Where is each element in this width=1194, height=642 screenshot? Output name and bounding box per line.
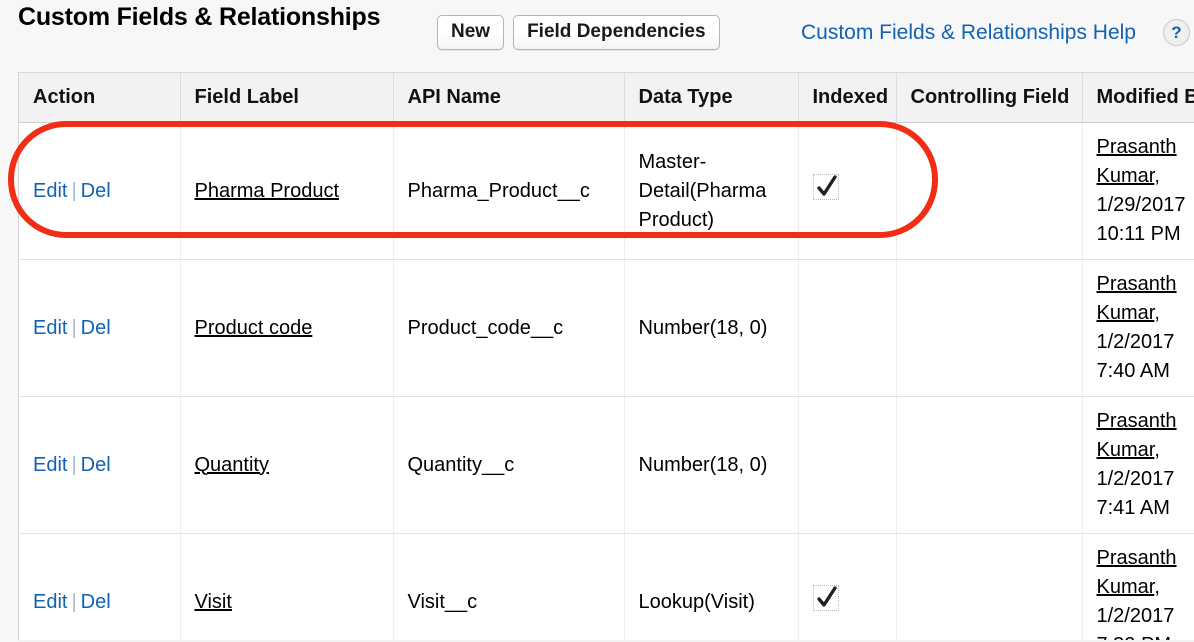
- column-header-api-name[interactable]: API Name: [393, 73, 624, 123]
- table-row: Edit|Del Pharma Product Pharma_Product__c M…: [19, 123, 1194, 260]
- table-row: Edit|Del Quantity Quantity__c Number(18, 0)…: [19, 397, 1194, 534]
- field-label-link[interactable]: Pharma Product: [195, 180, 340, 202]
- cell-modified-by: Prasanth Kumar, 1/29/2017 10:11 PM: [1082, 123, 1194, 260]
- action-separator: |: [67, 591, 80, 613]
- del-link[interactable]: Del: [81, 454, 111, 476]
- custom-fields-table: Action Field Label API Name Data Type In…: [19, 72, 1194, 642]
- cell-indexed: [798, 123, 896, 260]
- cell-modified-by: Prasanth Kumar, 1/2/2017 7:41 AM: [1082, 397, 1194, 534]
- new-button[interactable]: New: [437, 15, 504, 50]
- cell-indexed: [798, 534, 896, 642]
- modified-time: 7:41 AM: [1097, 497, 1170, 519]
- modified-by-suffix: ,: [1154, 439, 1160, 461]
- indexed-checkmark-icon: [813, 585, 839, 611]
- api-name-text: Visit__c: [408, 591, 478, 613]
- table-row: Edit|Del Product code Product_code__c Numbe…: [19, 260, 1194, 397]
- modified-by-user-link[interactable]: Prasanth Kumar: [1097, 410, 1177, 461]
- field-label-link[interactable]: Product code: [195, 317, 313, 339]
- column-header-data-type[interactable]: Data Type: [624, 73, 798, 123]
- edit-link[interactable]: Edit: [33, 454, 67, 476]
- cell-data-type: Lookup(Visit): [624, 534, 798, 642]
- cell-controlling-field: [896, 123, 1082, 260]
- cell-field-label: Visit: [180, 534, 393, 642]
- modified-time: 10:11 PM: [1097, 223, 1181, 245]
- cell-indexed: [798, 260, 896, 397]
- api-name-text: Quantity__c: [408, 454, 515, 476]
- field-dependencies-button[interactable]: Field Dependencies: [513, 15, 719, 50]
- cell-action: Edit|Del: [19, 534, 180, 642]
- modified-date: 1/2/2017: [1097, 331, 1175, 353]
- action-separator: |: [67, 454, 80, 476]
- edit-link[interactable]: Edit: [33, 591, 67, 613]
- column-header-controlling-field[interactable]: Controlling Field: [896, 73, 1082, 123]
- cell-field-label: Pharma Product: [180, 123, 393, 260]
- modified-date: 1/2/2017: [1097, 605, 1175, 627]
- column-header-indexed[interactable]: Indexed: [798, 73, 896, 123]
- cell-data-type: Number(18, 0): [624, 397, 798, 534]
- cell-api-name: Quantity__c: [393, 397, 624, 534]
- cell-action: Edit|Del: [19, 123, 180, 260]
- edit-link[interactable]: Edit: [33, 180, 67, 202]
- page-title: Custom Fields & Relationships: [18, 2, 418, 32]
- cell-api-name: Product_code__c: [393, 260, 624, 397]
- modified-date: 1/29/2017: [1097, 194, 1186, 216]
- column-header-action[interactable]: Action: [19, 73, 180, 123]
- modified-time: 7:40 AM: [1097, 360, 1170, 382]
- cell-field-label: Product code: [180, 260, 393, 397]
- section-header: Custom Fields & Relationships New Field …: [0, 0, 1194, 72]
- page-root: Custom Fields & Relationships New Field …: [0, 0, 1194, 642]
- modified-by-user-link[interactable]: Prasanth Kumar: [1097, 547, 1177, 598]
- modified-by-suffix: ,: [1154, 576, 1160, 598]
- cell-controlling-field: [896, 397, 1082, 534]
- cell-action: Edit|Del: [19, 397, 180, 534]
- api-name-text: Pharma_Product__c: [408, 180, 590, 202]
- cell-modified-by: Prasanth Kumar,1/2/20177:32 PM: [1082, 534, 1194, 642]
- api-name-text: Product_code__c: [408, 317, 564, 339]
- custom-fields-table-wrapper: Action Field Label API Name Data Type In…: [18, 72, 1194, 642]
- table-body: Edit|DelPharma ProductPharma_Product__cM…: [19, 123, 1194, 642]
- table-row: Edit|Del Visit Visit__c Lookup(Visit) Prasan…: [19, 534, 1194, 642]
- modified-by-user-link[interactable]: Prasanth Kumar: [1097, 136, 1177, 187]
- indexed-checkmark-icon: [813, 174, 839, 200]
- cell-data-type: Number(18, 0): [624, 260, 798, 397]
- custom-fields-help-link[interactable]: Custom Fields & Relationships Help: [801, 20, 1136, 46]
- field-label-link[interactable]: Quantity: [195, 454, 269, 476]
- del-link[interactable]: Del: [81, 180, 111, 202]
- modified-by-suffix: ,: [1154, 165, 1160, 187]
- action-button-bar: New Field Dependencies: [437, 15, 720, 50]
- cell-controlling-field: [896, 260, 1082, 397]
- cell-controlling-field: [896, 534, 1082, 642]
- help-icon[interactable]: ?: [1163, 19, 1190, 46]
- action-separator: |: [67, 317, 80, 339]
- modified-by-suffix: ,: [1154, 302, 1160, 324]
- modified-by-user-link[interactable]: Prasanth Kumar: [1097, 273, 1177, 324]
- del-link[interactable]: Del: [81, 317, 111, 339]
- cell-field-label: Quantity: [180, 397, 393, 534]
- column-header-modified-by[interactable]: Modified By: [1082, 73, 1194, 123]
- cell-modified-by: Prasanth Kumar, 1/2/2017 7:40 AM: [1082, 260, 1194, 397]
- cell-api-name: Visit__c: [393, 534, 624, 642]
- cell-indexed: [798, 397, 896, 534]
- field-label-link[interactable]: Visit: [195, 591, 232, 613]
- del-link[interactable]: Del: [81, 591, 111, 613]
- edit-link[interactable]: Edit: [33, 317, 67, 339]
- cell-api-name: Pharma_Product__c: [393, 123, 624, 260]
- modified-date: 1/2/2017: [1097, 468, 1175, 490]
- cell-data-type: Master-Detail(Pharma Product): [624, 123, 798, 260]
- column-header-field-label[interactable]: Field Label: [180, 73, 393, 123]
- cell-action: Edit|Del: [19, 260, 180, 397]
- table-header-row: Action Field Label API Name Data Type In…: [19, 73, 1194, 123]
- action-separator: |: [67, 180, 80, 202]
- table-header: Action Field Label API Name Data Type In…: [19, 73, 1194, 123]
